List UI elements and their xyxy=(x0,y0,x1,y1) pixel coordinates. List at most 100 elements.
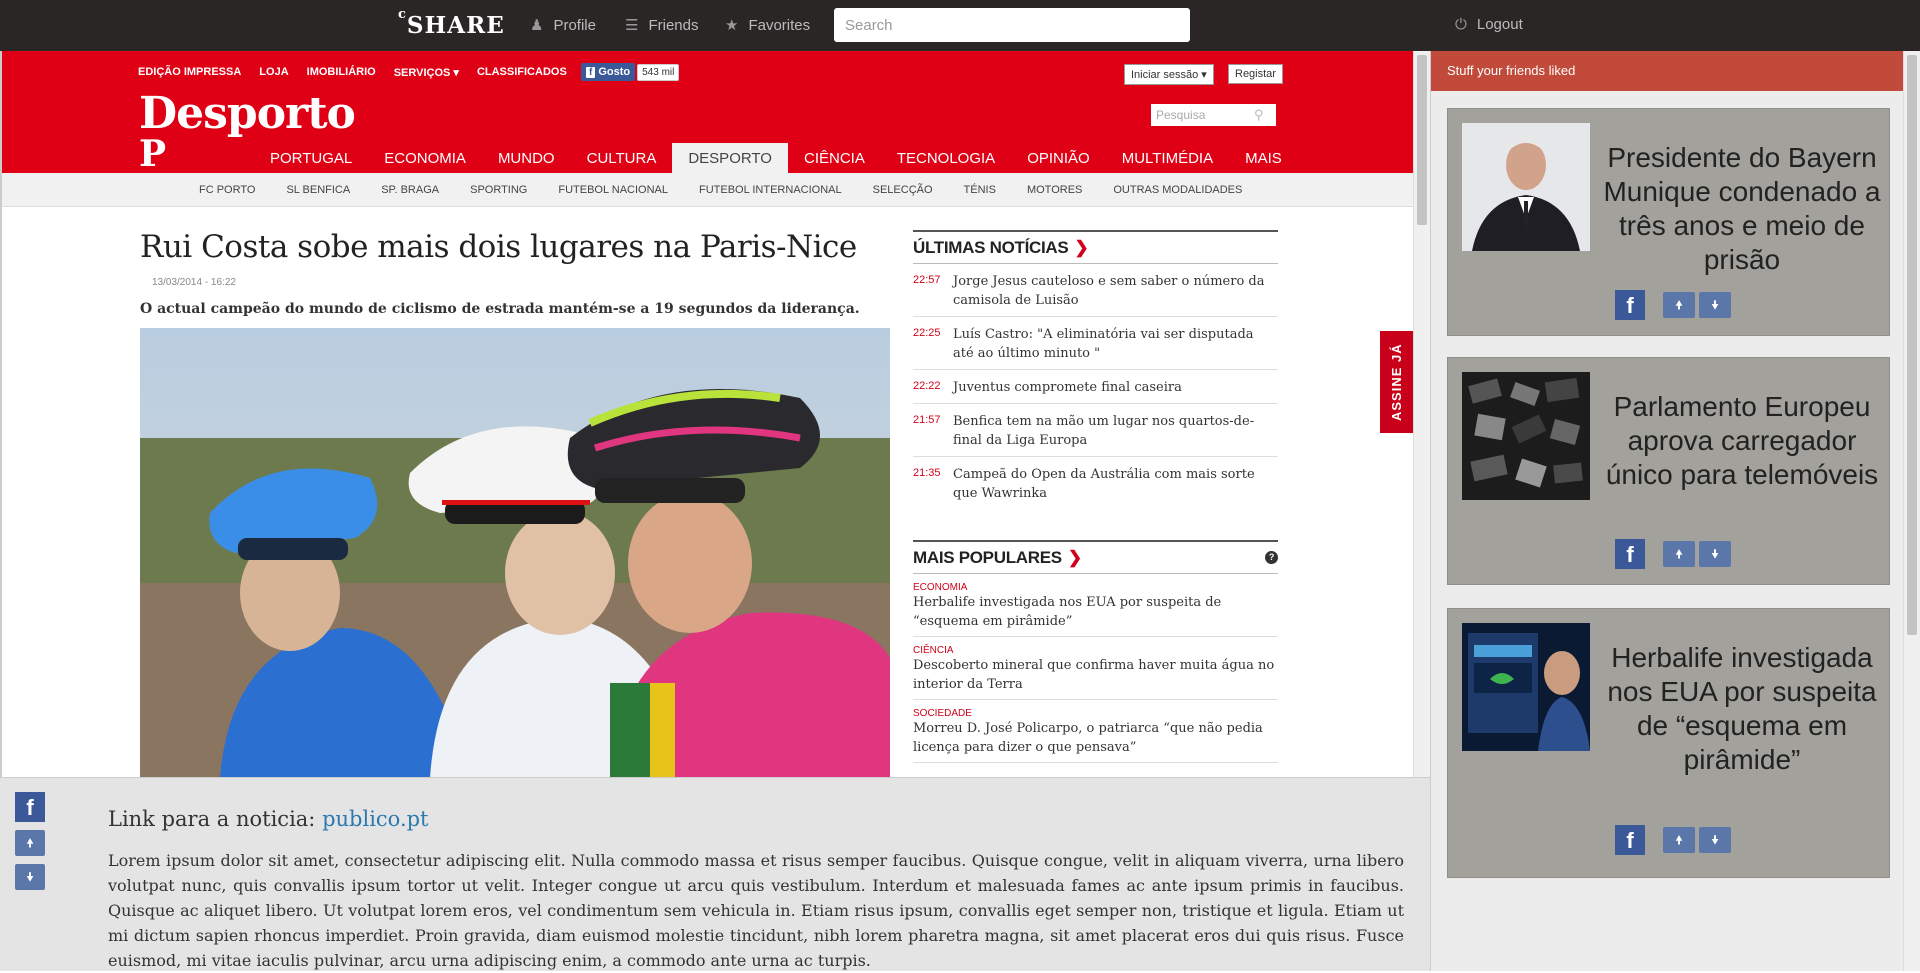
popular-news-block: MAIS POPULARES ❯ ? ECONOMIA Herbalife inv… xyxy=(913,540,1278,763)
main-nav-item[interactable]: MULTIMÉDIA xyxy=(1106,143,1229,173)
facebook-like-count: 543 mil xyxy=(637,63,680,81)
overlay-actions: f 🠝 🠟 xyxy=(15,792,45,890)
liked-card[interactable]: Herbalife investigada nos EUA por suspei… xyxy=(1447,608,1890,878)
scrollbar-thumb[interactable] xyxy=(1417,55,1427,225)
main-nav-item[interactable]: CULTURA xyxy=(571,143,673,173)
liked-card[interactable]: Presidente do Bayern Munique condenado a… xyxy=(1447,108,1890,336)
facebook-share-button[interactable]: f xyxy=(1615,539,1645,569)
main-nav-item[interactable]: ECONOMIA xyxy=(368,143,482,173)
downvote-button[interactable]: 🠟 xyxy=(1699,292,1731,318)
facebook-like-widget: f Gosto 543 mil xyxy=(581,63,680,81)
list-item[interactable]: 22:57 Jorge Jesus cauteloso e sem saber o… xyxy=(913,264,1278,317)
card-title: Parlamento Europeu aprova carregador úni… xyxy=(1605,391,1879,490)
sub-nav-item[interactable]: FUTEBOL INTERNACIONAL xyxy=(699,173,842,207)
util-link[interactable]: CLASSIFICADOS xyxy=(477,66,567,79)
util-link[interactable]: EDIÇÃO IMPRESSA xyxy=(138,66,241,79)
share-logo[interactable]: cSHARE xyxy=(398,7,505,39)
main-nav-item[interactable]: PORTUGAL xyxy=(254,143,368,173)
publico-logo-mark: P xyxy=(139,133,167,175)
nav-profile[interactable]: ♟ Profile xyxy=(530,16,596,35)
login-button[interactable]: Iniciar sessão ▾ xyxy=(1124,64,1214,85)
card-title: Herbalife investigada nos EUA por suspei… xyxy=(1607,642,1877,775)
logout-label: Logout xyxy=(1476,16,1523,33)
upvote-button[interactable]: 🠝 xyxy=(1663,541,1695,567)
sub-nav-item[interactable]: MOTORES xyxy=(1027,173,1082,207)
upvote-button[interactable]: 🠝 xyxy=(1663,827,1695,853)
card-actions: f 🠝 🠟 xyxy=(1615,290,1731,320)
util-link[interactable]: LOJA xyxy=(259,66,288,79)
card-thumbnail xyxy=(1462,123,1590,251)
list-item[interactable]: SOCIEDADE Morreu D. José Policarpo, o pat… xyxy=(913,700,1278,763)
facebook-like-label: Gosto xyxy=(598,66,631,78)
list-item[interactable]: 22:22 Juventus compromete final caseira xyxy=(913,370,1278,404)
latest-news-header[interactable]: ÚLTIMAS NOTÍCIAS ❯ xyxy=(913,230,1278,264)
panel-scrollbar[interactable] xyxy=(1903,51,1920,971)
sub-nav-item[interactable]: SELECÇÃO xyxy=(873,173,933,207)
section-logo[interactable]: Desporto xyxy=(139,88,356,139)
sub-nav-item[interactable]: TÉNIS xyxy=(964,173,996,207)
embedded-news-page: EDIÇÃO IMPRESSA LOJA IMOBILIÁRIO SERVIÇO… xyxy=(0,51,1413,777)
liked-card[interactable]: Parlamento Europeu aprova carregador úni… xyxy=(1447,357,1890,585)
popular-news-header[interactable]: MAIS POPULARES ❯ ? xyxy=(913,540,1278,574)
article-link-line: Link para a noticia: publico.pt xyxy=(108,807,429,831)
latest-news-title: ÚLTIMAS NOTÍCIAS xyxy=(913,237,1069,257)
list-item[interactable]: 21:57 Benfica tem na mão um lugar nos qua… xyxy=(913,404,1278,457)
search-icon[interactable]: ⚲ xyxy=(1254,107,1264,123)
main-nav-item[interactable]: MUNDO xyxy=(482,143,571,173)
util-link[interactable]: SERVIÇOS ▾ xyxy=(394,66,459,79)
scrollbar-thumb[interactable] xyxy=(1907,55,1917,635)
main-nav-item[interactable]: MAIS xyxy=(1229,143,1298,173)
main-nav-item[interactable]: TECNOLOGIA xyxy=(881,143,1011,173)
friends-panel-header: Stuff your friends liked xyxy=(1431,51,1903,91)
latest-news-block: ÚLTIMAS NOTÍCIAS ❯ 22:57 Jorge Jesus caut… xyxy=(913,230,1278,509)
util-link[interactable]: IMOBILIÁRIO xyxy=(307,66,376,79)
article-headline: Rui Costa sobe mais dois lugares na Pari… xyxy=(140,229,857,265)
main-nav-item[interactable]: OPINIÃO xyxy=(1011,143,1106,173)
downvote-button[interactable]: 🠟 xyxy=(1699,827,1731,853)
sub-nav-item[interactable]: SPORTING xyxy=(470,173,527,207)
news-text: Benfica tem na mão um lugar nos quartos-… xyxy=(953,414,1255,448)
sub-nav-item[interactable]: SL BENFICA xyxy=(286,173,350,207)
logout-button[interactable]: ⏻ Logout xyxy=(1455,16,1523,33)
facebook-share-button[interactable]: f xyxy=(15,792,45,822)
nav-favorites-label: Favorites xyxy=(748,16,811,34)
chevron-right-icon: ❯ xyxy=(1074,237,1089,257)
facebook-like-button[interactable]: f Gosto xyxy=(581,63,636,81)
news-category: ECONOMIA xyxy=(913,582,968,593)
nav-friends-label: Friends xyxy=(648,16,699,34)
main-nav-item[interactable]: CIÊNCIA xyxy=(788,143,881,173)
sub-nav-item[interactable]: FUTEBOL NACIONAL xyxy=(558,173,668,207)
main-nav-item-active[interactable]: DESPORTO xyxy=(672,143,788,173)
help-icon[interactable]: ? xyxy=(1265,551,1278,564)
chevron-right-icon: ❯ xyxy=(1067,547,1082,567)
sub-nav-item[interactable]: SP. BRAGA xyxy=(381,173,439,207)
friends-panel: Stuff your friends liked Presidente do B… xyxy=(1430,51,1903,971)
site-scrollbar[interactable] xyxy=(1413,51,1430,777)
star-icon: ★ xyxy=(725,17,739,34)
upvote-button[interactable]: 🠝 xyxy=(15,830,45,856)
register-button[interactable]: Registar xyxy=(1228,64,1283,84)
downvote-button[interactable]: 🠟 xyxy=(1699,541,1731,567)
list-item[interactable]: 21:35 Campeã do Open da Austrália com mai… xyxy=(913,457,1278,509)
article-link[interactable]: publico.pt xyxy=(322,807,428,831)
card-actions: f 🠝 🠟 xyxy=(1615,539,1731,569)
nav-friends[interactable]: ☰ Friends xyxy=(625,16,699,35)
list-item[interactable]: CIÊNCIA Descoberto mineral que confirma h… xyxy=(913,637,1278,700)
facebook-share-button[interactable]: f xyxy=(1615,290,1645,320)
list-item[interactable]: ECONOMIA Herbalife investigada nos EUA po… xyxy=(913,574,1278,637)
utility-links: EDIÇÃO IMPRESSA LOJA IMOBILIÁRIO SERVIÇO… xyxy=(138,66,567,79)
search-input[interactable] xyxy=(834,8,1190,42)
sub-nav-item[interactable]: FC PORTO xyxy=(199,173,255,207)
nav-favorites[interactable]: ★ Favorites xyxy=(725,16,811,35)
card-actions: f 🠝 🠟 xyxy=(1615,825,1731,855)
news-text: Campeã do Open da Austrália com mais sor… xyxy=(953,467,1255,501)
sub-nav-item[interactable]: OUTRAS MODALIDADES xyxy=(1113,173,1242,207)
article-photo xyxy=(140,328,890,777)
facebook-icon: f xyxy=(586,66,596,78)
facebook-share-button[interactable]: f xyxy=(1615,825,1645,855)
subscribe-tab[interactable]: ASSINE JÁ xyxy=(1380,331,1413,433)
downvote-button[interactable]: 🠟 xyxy=(15,864,45,890)
article-body: Lorem ipsum dolor sit amet, consectetur … xyxy=(108,851,1404,970)
list-item[interactable]: 22:25 Luís Castro: "A eliminatória vai se… xyxy=(913,317,1278,370)
upvote-button[interactable]: 🠝 xyxy=(1663,292,1695,318)
